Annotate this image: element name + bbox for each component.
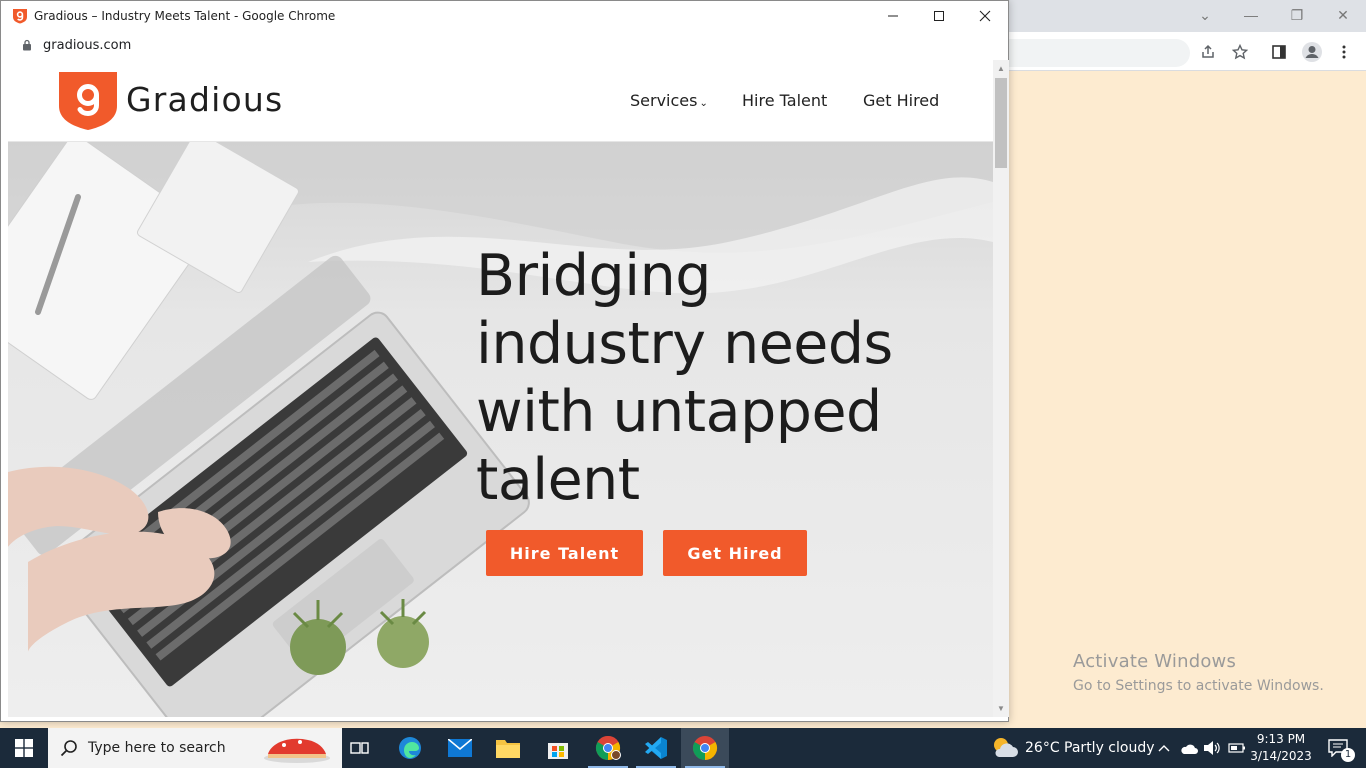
maximize-icon[interactable] [916, 1, 962, 31]
minimize-icon[interactable]: — [1228, 0, 1274, 30]
start-button[interactable] [0, 728, 48, 768]
pie-icon [264, 738, 330, 763]
brand-name[interactable]: Gradious [126, 80, 283, 119]
chevron-down-icon[interactable]: ⌄ [1182, 0, 1228, 30]
microsoft-store-icon[interactable] [534, 728, 582, 768]
mail-icon[interactable] [436, 728, 484, 768]
bookmark-star-icon[interactable] [1228, 40, 1252, 64]
nav-hire-talent[interactable]: Hire Talent [742, 91, 827, 110]
hero-section: Bridging industry needs with untapped ta… [8, 142, 993, 717]
edge-browser-icon[interactable] [386, 728, 434, 768]
notification-count-badge: 1 [1341, 748, 1355, 762]
site-header: Gradious Services ⌄ Hire Talent Get Hired [8, 60, 993, 142]
more-menu-icon[interactable] [1332, 40, 1356, 64]
weather-text[interactable]: 26°C Partly cloudy [1025, 740, 1155, 756]
chrome-icon[interactable] [681, 728, 729, 768]
web-page: Gradious Services ⌄ Hire Talent Get Hired [8, 60, 993, 717]
task-view-icon[interactable] [336, 728, 384, 768]
window-title: Gradious – Industry Meets Talent - Googl… [34, 9, 336, 23]
hero-headline: Bridging industry needs with untapped ta… [476, 243, 893, 513]
chevron-down-icon: ⌄ [699, 98, 708, 109]
close-icon[interactable]: ✕ [1320, 0, 1366, 30]
chrome-profile-icon[interactable] [584, 728, 632, 768]
share-icon[interactable] [1196, 40, 1220, 64]
nav-get-hired[interactable]: Get Hired [863, 91, 939, 110]
system-clock[interactable]: 9:13 PM 3/14/2023 [1248, 731, 1314, 765]
nav-services[interactable]: Services ⌄ [630, 91, 708, 110]
battery-icon[interactable] [1228, 742, 1246, 754]
background-omnibox[interactable] [1000, 39, 1190, 67]
close-icon[interactable] [962, 1, 1008, 31]
taskbar-search[interactable]: Type here to search [48, 728, 342, 768]
scroll-down-icon[interactable]: ▼ [996, 704, 1006, 714]
restore-icon[interactable]: ❐ [1274, 0, 1320, 30]
scroll-up-icon[interactable]: ▲ [996, 64, 1006, 74]
chevron-up-icon[interactable] [1157, 741, 1171, 755]
volume-icon[interactable] [1203, 740, 1221, 756]
window-titlebar[interactable]: Gradious – Industry Meets Talent - Googl… [1, 1, 1008, 31]
weather-partly-cloudy-icon[interactable] [991, 735, 1019, 761]
windows-taskbar: Type here to search 26°C Partly cloudy 9… [0, 728, 1366, 768]
search-placeholder: Type here to search [88, 740, 226, 756]
activate-windows-watermark: Activate Windows Go to Settings to activ… [1073, 651, 1324, 694]
onedrive-cloud-icon[interactable] [1180, 741, 1198, 755]
search-icon [60, 740, 77, 757]
vscode-icon[interactable] [632, 728, 680, 768]
side-panel-icon[interactable] [1267, 40, 1291, 64]
watermark-title: Activate Windows [1073, 651, 1237, 672]
address-bar[interactable] [1, 31, 1008, 59]
gradious-favicon-icon [13, 9, 27, 24]
gradious-logo-icon[interactable] [59, 72, 117, 130]
nav-services-label: Services [630, 91, 698, 110]
action-center-button[interactable]: 1 [1318, 728, 1366, 768]
lock-icon[interactable] [22, 39, 32, 51]
page-scrollbar[interactable]: ▲ ▼ [993, 60, 1009, 717]
windows-logo-icon [15, 739, 33, 757]
url-text[interactable]: gradious.com [43, 38, 131, 53]
popup-browser-window: Gradious – Industry Meets Talent - Googl… [0, 0, 1009, 722]
profile-icon[interactable] [1300, 40, 1324, 64]
hire-talent-button[interactable]: Hire Talent [486, 530, 643, 576]
clock-date: 3/14/2023 [1250, 749, 1312, 763]
scroll-thumb[interactable] [995, 78, 1007, 168]
file-explorer-icon[interactable] [484, 728, 532, 768]
minimize-icon[interactable] [870, 1, 916, 31]
watermark-subtitle: Go to Settings to activate Windows. [1073, 678, 1324, 694]
clock-time: 9:13 PM [1256, 732, 1306, 746]
get-hired-button[interactable]: Get Hired [663, 530, 807, 576]
